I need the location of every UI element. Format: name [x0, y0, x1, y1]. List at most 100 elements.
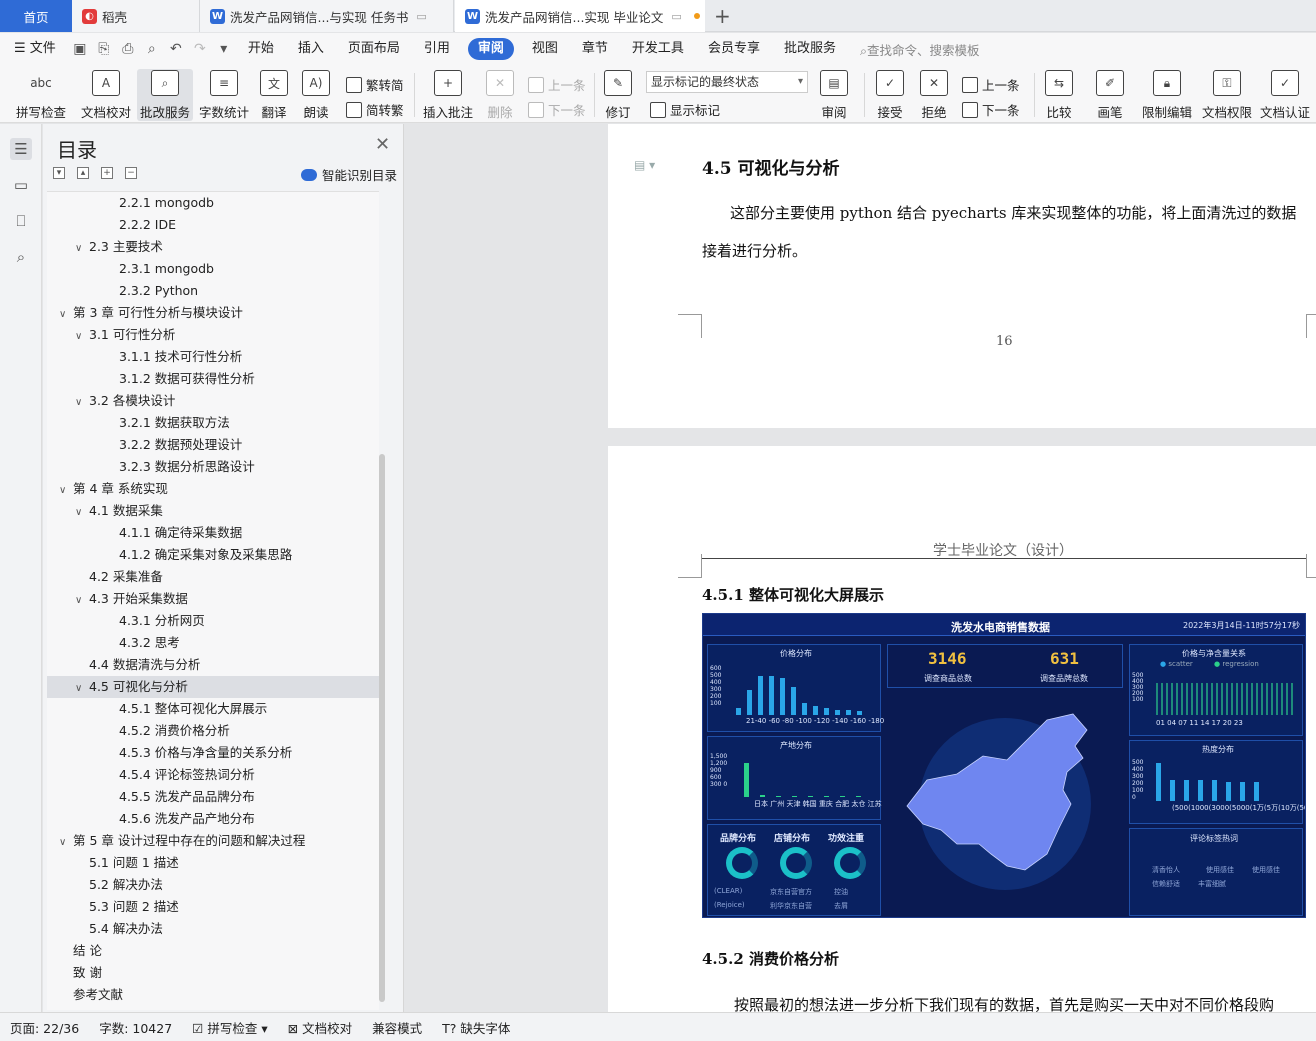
toc-item[interactable]: ∨ 4.3 开始采集数据 — [47, 588, 379, 610]
add-level-icon[interactable]: + — [101, 167, 113, 179]
toc-item[interactable]: 5.1 问题 1 描述 — [47, 852, 379, 874]
markup-state-select[interactable]: 显示标记的最终状态 — [646, 71, 808, 93]
toc-item[interactable]: 3.2.3 数据分析思路设计 — [47, 456, 379, 478]
tab-thesis-doc[interactable]: W 洗发产品网销信...实现 毕业论文 ▭ — [455, 0, 705, 32]
word-count-indicator[interactable]: 字数: 10427 — [89, 1018, 182, 1037]
file-menu[interactable]: ☰ 文件 — [0, 38, 68, 60]
more-icon[interactable]: ▾ — [215, 40, 233, 58]
reject-button[interactable]: ✕ 拒绝 — [916, 69, 952, 121]
chevron-down-icon[interactable]: ∨ — [59, 304, 73, 326]
redo-icon[interactable]: ↷ — [191, 40, 209, 58]
missing-font-status[interactable]: T? 缺失字体 — [432, 1018, 520, 1037]
smart-toc-button[interactable]: 智能识别目录 — [301, 165, 397, 184]
toc-item[interactable]: ∨ 第 4 章 系统实现 — [47, 478, 379, 500]
spell-check-status[interactable]: ☑ 拼写检查 ▾ — [182, 1018, 277, 1037]
save-icon[interactable]: ▣ — [71, 40, 89, 58]
toc-item[interactable]: 4.5.2 消费价格分析 — [47, 720, 379, 742]
toc-item[interactable]: 2.2.1 mongodb — [47, 192, 379, 214]
chevron-down-icon[interactable]: ∨ — [75, 678, 89, 700]
next-comment-button[interactable]: 下一条 — [528, 100, 586, 119]
compare-button[interactable]: ⇆ 比较 — [1040, 69, 1078, 121]
toc-scrollbar[interactable] — [379, 454, 385, 1002]
collapse-all-icon[interactable]: ▾ — [53, 167, 65, 179]
toc-item[interactable]: 结 论 — [47, 940, 379, 962]
print-icon[interactable]: ⎙ — [119, 40, 137, 58]
toc-item[interactable]: ∨ 4.1 数据采集 — [47, 500, 379, 522]
menu-devtools[interactable]: 开发工具 — [620, 38, 696, 60]
toc-item[interactable]: ∨ 第 3 章 可行性分析与模块设计 — [47, 302, 379, 324]
toc-item[interactable]: ∨ 第 5 章 设计过程中存在的问题和解决过程 — [47, 830, 379, 852]
spell-check-button[interactable]: abc 拼写检查 — [10, 69, 72, 121]
toc-item[interactable]: 4.5.1 整体可视化大屏展示 — [47, 698, 379, 720]
revise-button[interactable]: ✎ 修订 — [600, 69, 636, 121]
accept-button[interactable]: ✓ 接受 — [872, 69, 908, 121]
toc-item[interactable]: 4.4 数据清洗与分析 — [47, 654, 379, 676]
toc-item[interactable]: 2.3.2 Python — [47, 280, 379, 302]
delete-comment-button[interactable]: ✕ 删除 — [482, 69, 518, 121]
menu-insert[interactable]: 插入 — [286, 38, 336, 60]
toc-item[interactable]: 5.4 解决办法 — [47, 918, 379, 940]
toc-item[interactable]: 3.1.1 技术可行性分析 — [47, 346, 379, 368]
find-icon[interactable]: ⌕ — [10, 246, 32, 268]
chevron-down-icon[interactable]: ∨ — [59, 480, 73, 502]
menu-start[interactable]: 开始 — [236, 38, 286, 60]
toc-item[interactable]: 4.5.6 洗发产品产地分布 — [47, 808, 379, 830]
menu-review[interactable]: 审阅 — [467, 38, 514, 60]
menu-chapter[interactable]: 章节 — [570, 38, 620, 60]
toc-item[interactable]: 4.5.5 洗发产品品牌分布 — [47, 786, 379, 808]
paragraph-handle-icon[interactable]: ▤ ▾ — [634, 158, 655, 172]
menu-view[interactable]: 视图 — [520, 38, 570, 60]
chevron-down-icon[interactable]: ∨ — [75, 590, 89, 612]
toc-item[interactable]: ∨ 3.2 各模块设计 — [47, 390, 379, 412]
read-aloud-button[interactable]: A) 朗读 — [300, 69, 332, 121]
new-tab-plus-icon[interactable]: + — [714, 4, 731, 28]
show-markup-button[interactable]: 显示标记 — [650, 100, 720, 119]
chapter-nav-icon[interactable]: ▭ — [10, 174, 32, 196]
toc-item[interactable]: ∨ 4.5 可视化与分析 — [47, 676, 379, 698]
chevron-down-icon[interactable]: ∨ — [75, 326, 89, 348]
command-search[interactable]: ⌕查找命令、搜索模板 — [860, 40, 980, 59]
toc-item[interactable]: 3.2.2 数据预处理设计 — [47, 434, 379, 456]
toc-item[interactable]: 4.2 采集准备 — [47, 566, 379, 588]
doc-permission-button[interactable]: ⚿ 文档权限 — [1200, 69, 1254, 121]
remove-level-icon[interactable]: − — [125, 167, 137, 179]
export-icon[interactable]: ⎘ — [95, 40, 113, 58]
toc-item[interactable]: 5.2 解决办法 — [47, 874, 379, 896]
toc-item[interactable]: 4.3.2 思考 — [47, 632, 379, 654]
toc-item[interactable]: 4.1.2 确定采集对象及采集思路 — [47, 544, 379, 566]
pen-button[interactable]: ✐ 画笔 — [1092, 69, 1128, 121]
preview-icon[interactable]: ⌕ — [143, 40, 161, 58]
review-pane-button[interactable]: ▤ 审阅 — [816, 69, 852, 121]
chevron-down-icon[interactable]: ∨ — [75, 392, 89, 414]
toc-item[interactable]: 3.2.1 数据获取方法 — [47, 412, 379, 434]
toc-item[interactable]: 致 谢 — [47, 962, 379, 984]
toc-item[interactable]: 4.3.1 分析网页 — [47, 610, 379, 632]
menu-member[interactable]: 会员专享 — [696, 38, 772, 60]
toc-item[interactable]: 4.1.1 确定待采集数据 — [47, 522, 379, 544]
menu-correction[interactable]: 批改服务 — [772, 38, 848, 60]
next-change-button[interactable]: 下一条 — [962, 100, 1020, 119]
translate-button[interactable]: 文翻译 — [256, 69, 292, 121]
toc-panel-icon[interactable]: ☰ — [10, 138, 32, 160]
insert-comment-button[interactable]: + 插入批注 — [422, 69, 474, 121]
proofread-button[interactable]: A 文档校对 — [80, 69, 132, 121]
toc-item[interactable]: 参考文献 — [47, 984, 379, 1006]
tab-task-doc[interactable]: W 洗发产品网销信...与实现 任务书 ▭ — [200, 0, 454, 32]
page-indicator[interactable]: 页面: 22/36 — [0, 1018, 89, 1037]
prev-comment-button[interactable]: 上一条 — [528, 75, 586, 94]
chevron-down-icon[interactable]: ∨ — [75, 502, 89, 524]
trad-to-simp-button[interactable]: 繁转简 — [346, 75, 404, 94]
toc-item[interactable]: ∨ 3.1 可行性分析 — [47, 324, 379, 346]
proofread-status[interactable]: ⊠ 文档校对 — [278, 1018, 362, 1037]
correction-service-button[interactable]: ⌕ 批改服务 — [137, 69, 193, 121]
toc-item[interactable]: ∨ 2.3 主要技术 — [47, 236, 379, 258]
menu-layout[interactable]: 页面布局 — [336, 38, 412, 60]
simp-to-trad-button[interactable]: 简转繁 — [346, 100, 404, 119]
toc-item[interactable]: 2.2.2 IDE — [47, 214, 379, 236]
toc-item[interactable]: 2.3.1 mongodb — [47, 258, 379, 280]
toc-item[interactable]: 5.3 问题 2 描述 — [47, 896, 379, 918]
chevron-down-icon[interactable]: ∨ — [59, 832, 73, 854]
tab-home[interactable]: 首页 — [0, 0, 72, 32]
toc-item[interactable]: 3.1.2 数据可获得性分析 — [47, 368, 379, 390]
close-icon[interactable]: ✕ — [375, 134, 390, 155]
